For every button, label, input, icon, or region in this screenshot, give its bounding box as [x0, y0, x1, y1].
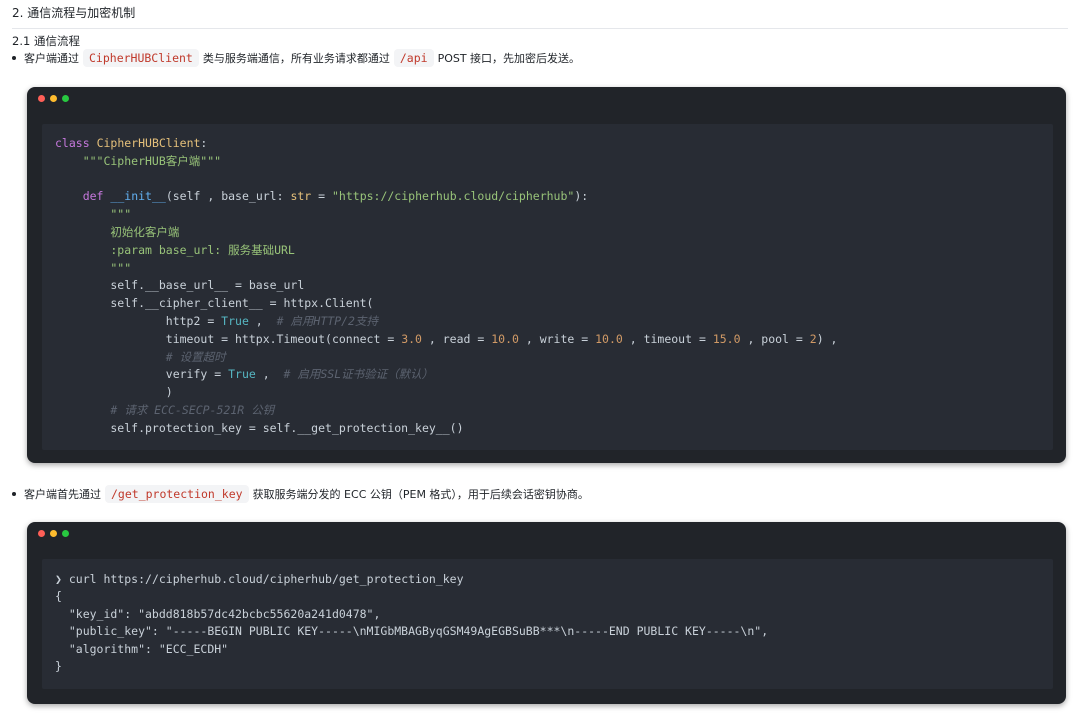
code-line: curl https://cipherhub.cloud/cipherhub/g… [61, 572, 464, 586]
code-token: CipherHUBClient [96, 136, 201, 150]
code-token: , [248, 313, 277, 328]
code-line: """ [55, 207, 132, 222]
code-line: self.__cipher_client__ = httpx.Client( [55, 296, 374, 311]
code-token: , pool = [740, 331, 810, 346]
code-token: 3.0 [401, 331, 422, 346]
code-line: 初始化客户端 [55, 224, 180, 239]
minimize-window-dot[interactable] [50, 530, 57, 537]
code-line: { [55, 589, 62, 604]
section-heading: 2. 通信流程与加密机制 [12, 6, 136, 20]
code-token: True [221, 313, 249, 328]
bullet-item-1: 客户端通过 CipherHUBClient 类与服务端通信，所有业务请求都通过 … [12, 49, 580, 67]
code-line: self.protection_key = self.__get_protect… [55, 420, 464, 435]
code-line: } [55, 659, 62, 674]
code-token: , timeout = [622, 331, 713, 346]
inline-code-endpoint: /get_protection_key [105, 485, 249, 503]
code-window-terminal: ❯ curl https://cipherhub.cloud/cipherhub… [27, 522, 1066, 704]
code-token: 10.0 [491, 331, 519, 346]
bullet-item-2: 客户端首先通过 /get_protection_key 获取服务端分发的 ECC… [12, 485, 589, 503]
code-token: 15.0 [712, 331, 741, 346]
code-token: def [82, 189, 104, 204]
code-comment: # 请求 ECC-SECP-521R 公钥 [55, 402, 275, 417]
code-token: class [55, 136, 90, 150]
code-comment: # 启用SSL证书验证（默认） [283, 367, 434, 382]
terminal-block: ❯ curl https://cipherhub.cloud/cipherhub… [42, 559, 1053, 689]
code-comment: # 设置超时 [55, 349, 226, 364]
terminal-output: ❯ curl https://cipherhub.cloud/cipherhub… [55, 571, 768, 675]
bullet-text: 获取服务端分发的 ECC 公钥（PEM 格式），用于后续会话密钥协商。 [252, 488, 589, 501]
code-line: ) [55, 385, 173, 400]
bullet-text: 客户端通过 [24, 52, 79, 65]
maximize-window-dot[interactable] [62, 530, 69, 537]
code-token: ) , [816, 331, 838, 346]
prompt-icon: ❯ [55, 572, 62, 586]
code-token: (self , base_url: [165, 189, 291, 204]
code-token: str [290, 189, 312, 204]
code-token: 10.0 [595, 331, 623, 346]
code-line: :param base_url: 服务基础URL [55, 242, 295, 257]
bullet-dot [12, 56, 16, 60]
bullet-dot [12, 492, 16, 496]
maximize-window-dot[interactable] [62, 95, 69, 102]
code-window-python: class CipherHUBClient: """CipherHUB客户端""… [27, 87, 1066, 463]
minimize-window-dot[interactable] [50, 95, 57, 102]
code-token: , read = [421, 331, 492, 346]
code-line: """ [55, 260, 132, 275]
close-window-dot[interactable] [38, 530, 45, 537]
code-token: 2 [809, 331, 817, 346]
code-line: "public_key": "-----BEGIN PUBLIC KEY----… [55, 624, 769, 639]
inline-code-endpoint: /api [393, 49, 434, 67]
code-token: verify = [55, 367, 229, 382]
code-block: class CipherHUBClient: """CipherHUB客户端""… [42, 124, 1053, 450]
code-line: self.__base_url__ = base_url [55, 278, 305, 293]
code-token: "https://cipherhub.cloud/cipherhub" [332, 189, 575, 204]
code-token: http2 = [55, 313, 222, 328]
code-token: : [200, 136, 208, 150]
inline-code-class: CipherHUBClient [83, 49, 199, 67]
code-token: True [228, 367, 256, 382]
subsection-heading: 2.1 通信流程 [12, 34, 80, 48]
code-token: , write = [518, 331, 596, 346]
bullet-text: 客户端首先通过 [24, 488, 101, 501]
code-token: __init__ [110, 189, 166, 204]
code-line: "algorithm": "ECC_ECDH" [55, 641, 229, 656]
window-titlebar [27, 522, 1066, 548]
bullet-text: POST 接口，先加密后发送。 [437, 52, 581, 65]
heading-divider [12, 28, 1068, 29]
close-window-dot[interactable] [38, 95, 45, 102]
code-comment: # 启用HTTP/2支持 [276, 313, 378, 328]
code-line: """CipherHUB客户端""" [55, 153, 222, 168]
code-line: "key_id": "abdd818b57dc42bcbc55620a241d0… [55, 606, 381, 621]
code-token: timeout = httpx.Timeout(connect = [55, 331, 402, 346]
code-token: , [255, 367, 284, 382]
code-token: = [311, 189, 332, 204]
python-code: class CipherHUBClient: """CipherHUB客户端""… [55, 135, 837, 438]
window-titlebar [27, 87, 1066, 113]
bullet-text: 类与服务端通信，所有业务请求都通过 [202, 52, 390, 65]
code-token: ): [574, 189, 589, 204]
